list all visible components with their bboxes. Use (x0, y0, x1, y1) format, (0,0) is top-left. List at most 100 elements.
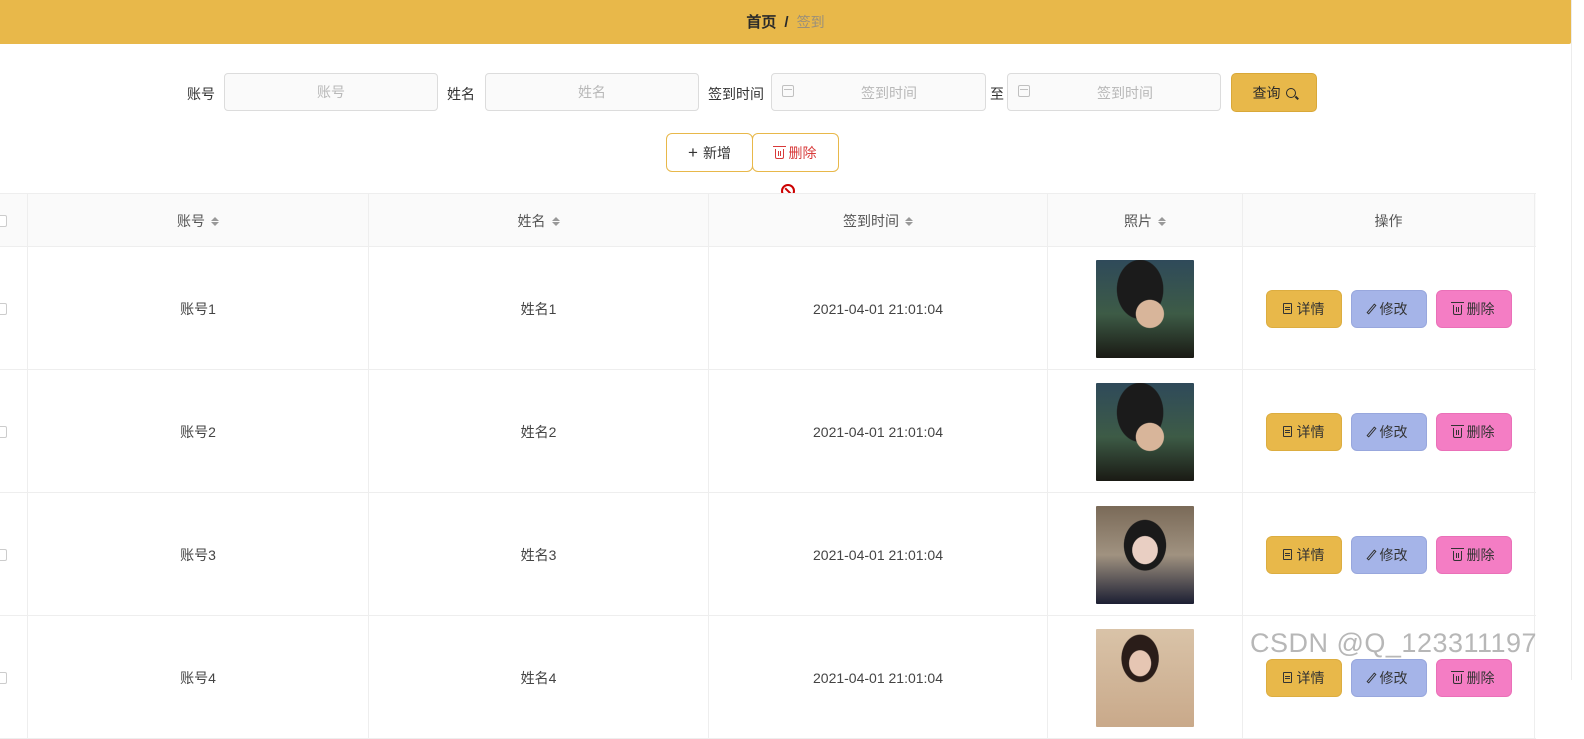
column-header-label: 姓名 (517, 213, 546, 229)
delete-label: 删除 (1466, 423, 1495, 440)
add-button[interactable]: + 新增 (666, 133, 753, 172)
column-header-account[interactable]: 账号 (28, 194, 369, 248)
plus-icon: + (688, 143, 698, 162)
photo-thumbnail[interactable] (1096, 382, 1194, 481)
actions-cell: 详情 修改 删除 (1243, 370, 1535, 493)
checkin-end-date-picker[interactable] (1007, 73, 1221, 112)
breadcrumb: 首页 / 签到 (0, 11, 1571, 32)
account-cell: 账号1 (28, 247, 369, 370)
account-cell: 账号3 (28, 493, 369, 616)
checkin-time-cell: 2021-04-01 21:01:04 (709, 616, 1048, 739)
breadcrumb-current: 签到 (796, 14, 825, 30)
name-label: 姓名 (447, 86, 475, 102)
sort-icon[interactable] (1158, 216, 1166, 226)
query-button[interactable]: 查询 (1231, 73, 1317, 112)
column-header-label: 操作 (1374, 213, 1403, 229)
detail-button[interactable]: 详情 (1265, 535, 1342, 574)
edit-label: 修改 (1379, 300, 1408, 317)
edit-label: 修改 (1379, 669, 1408, 686)
breadcrumb-separator: / (784, 14, 789, 31)
to-label: 至 (990, 86, 1004, 102)
table-row: 账号3 姓名3 2021-04-01 21:01:04 详情 修改 删除 (0, 493, 1536, 616)
pencil-icon (1365, 671, 1377, 684)
checkin-start-input[interactable] (802, 74, 976, 112)
add-button-label: 新增 (702, 144, 731, 161)
photo-thumbnail[interactable] (1096, 505, 1194, 604)
sort-icon[interactable] (551, 216, 560, 226)
table-row: 账号2 姓名2 2021-04-01 21:01:04 详情 修改 删除 (0, 370, 1536, 493)
row-checkbox[interactable] (0, 549, 7, 561)
batch-delete-button[interactable]: 删除 (752, 133, 839, 172)
detail-button[interactable]: 详情 (1265, 658, 1342, 697)
batch-delete-label: 删除 (788, 144, 817, 161)
edit-button[interactable]: 修改 (1350, 658, 1427, 697)
column-header-photo[interactable]: 照片 (1048, 194, 1243, 248)
name-cell: 姓名4 (369, 616, 709, 739)
breadcrumb-home[interactable]: 首页 (746, 14, 776, 31)
checkin-time-label: 签到时间 (708, 86, 764, 102)
trash-icon (1450, 670, 1464, 684)
name-cell: 姓名3 (369, 493, 709, 616)
detail-label: 详情 (1296, 300, 1325, 317)
checkin-end-input[interactable] (1038, 74, 1212, 112)
column-header-name[interactable]: 姓名 (369, 194, 709, 248)
document-icon (1282, 303, 1292, 314)
photo-thumbnail[interactable] (1096, 259, 1194, 358)
table-row: 账号1 姓名1 2021-04-01 21:01:04 详情 修改 删除 (0, 247, 1536, 370)
delete-label: 删除 (1466, 669, 1495, 686)
column-header-checkin-time[interactable]: 签到时间 (709, 194, 1048, 248)
pencil-icon (1365, 425, 1377, 438)
detail-button[interactable]: 详情 (1265, 412, 1342, 451)
column-header-label: 签到时间 (843, 213, 899, 229)
column-header-actions: 操作 (1243, 194, 1535, 248)
detail-label: 详情 (1296, 423, 1325, 440)
delete-button[interactable]: 删除 (1435, 412, 1512, 451)
row-checkbox[interactable] (0, 672, 7, 684)
edit-button[interactable]: 修改 (1350, 412, 1427, 451)
checkin-time-cell: 2021-04-01 21:01:04 (709, 247, 1048, 370)
checkin-start-date-picker[interactable] (771, 73, 986, 112)
checkin-time-cell: 2021-04-01 21:01:04 (709, 493, 1048, 616)
pencil-icon (1365, 548, 1377, 561)
edit-button[interactable]: 修改 (1350, 535, 1427, 574)
edit-label: 修改 (1379, 546, 1408, 563)
name-cell: 姓名2 (369, 370, 709, 493)
delete-button[interactable]: 删除 (1435, 289, 1512, 328)
detail-label: 详情 (1296, 546, 1325, 563)
row-checkbox[interactable] (0, 426, 7, 438)
trash-icon (1450, 547, 1464, 561)
calendar-icon (782, 85, 794, 97)
select-all-checkbox[interactable] (0, 215, 7, 227)
trash-icon (772, 145, 786, 159)
edit-label: 修改 (1379, 423, 1408, 440)
delete-label: 删除 (1466, 300, 1495, 317)
sort-icon[interactable] (905, 216, 913, 226)
account-cell: 账号2 (28, 370, 369, 493)
calendar-icon (1018, 85, 1030, 97)
watermark: CSDN @Q_123311197 (1250, 628, 1538, 658)
pencil-icon (1365, 302, 1377, 315)
detail-button[interactable]: 详情 (1265, 289, 1342, 328)
account-input[interactable] (224, 73, 438, 111)
column-header-label: 照片 (1124, 213, 1152, 229)
name-input[interactable] (485, 73, 699, 111)
trash-icon (1450, 424, 1464, 438)
edit-button[interactable]: 修改 (1350, 289, 1427, 328)
photo-thumbnail[interactable] (1096, 628, 1194, 727)
account-cell: 账号4 (28, 616, 369, 739)
document-icon (1282, 426, 1292, 437)
detail-label: 详情 (1296, 669, 1325, 686)
top-header-bar: 首页 / 签到 (0, 0, 1571, 44)
account-label: 账号 (187, 86, 215, 102)
row-checkbox[interactable] (0, 303, 7, 315)
column-header-label: 账号 (177, 213, 205, 229)
table-header: 账号 姓名 签到时间 照片 操作 (0, 193, 1536, 248)
delete-button[interactable]: 删除 (1435, 535, 1512, 574)
document-icon (1282, 672, 1292, 683)
document-icon (1282, 549, 1292, 560)
search-icon (1285, 87, 1296, 98)
name-cell: 姓名1 (369, 247, 709, 370)
sort-icon[interactable] (211, 216, 219, 226)
scrollbar[interactable] (1571, 0, 1584, 680)
delete-button[interactable]: 删除 (1435, 658, 1512, 697)
